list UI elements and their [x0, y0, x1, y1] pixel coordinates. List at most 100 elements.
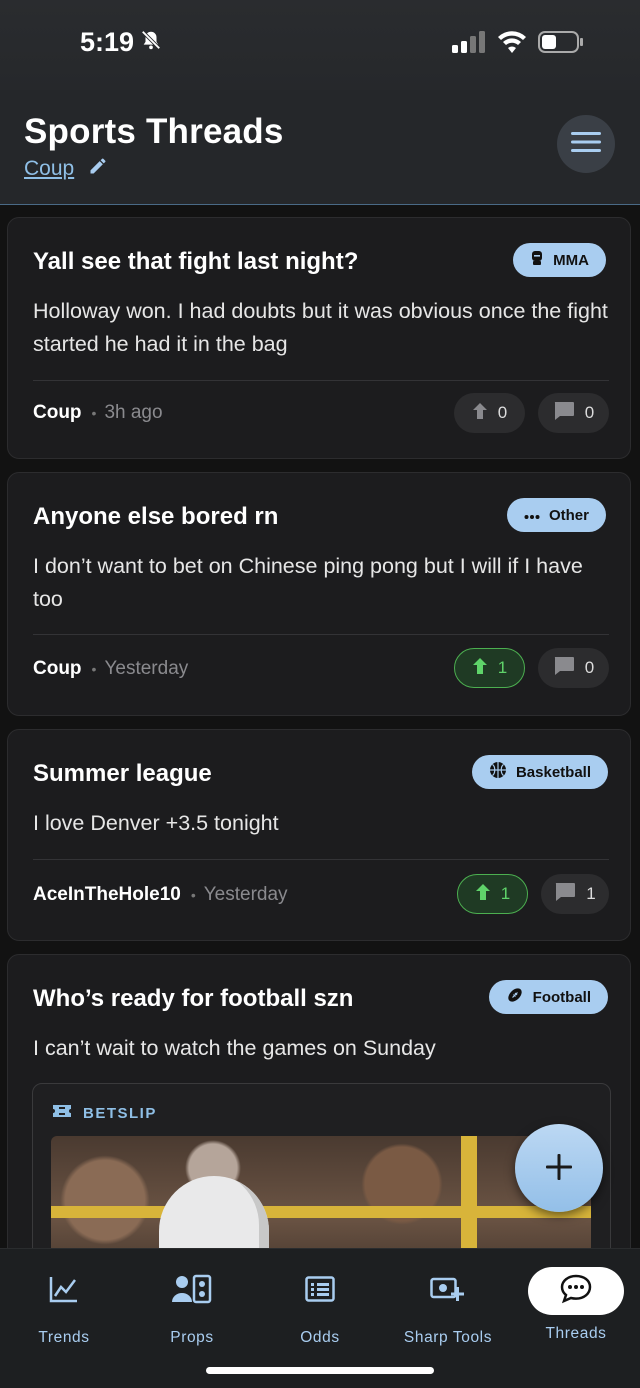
arrow-up-icon [472, 657, 488, 680]
comment-icon [553, 656, 575, 681]
thread-meta: AceInTheHole10 • Yesterday [33, 884, 288, 906]
betslip-label: BETSLIP [83, 1104, 157, 1122]
upvote-count: 1 [500, 884, 511, 903]
pencil-icon[interactable] [88, 156, 108, 181]
chart-line-icon [49, 1275, 79, 1308]
tab-props[interactable]: Props [128, 1263, 256, 1347]
thread-body: Holloway won. I had doubts but it was ob… [33, 299, 608, 356]
bell-muted-icon [140, 27, 162, 58]
thread-title: Who’s ready for football szn [33, 985, 354, 1012]
sharp-tools-icon [430, 1275, 466, 1308]
chat-bubble-icon [560, 1274, 592, 1309]
goalpost-upright [461, 1136, 477, 1248]
tag-badge[interactable]: Basketball [471, 755, 608, 789]
tab-sharp-tools[interactable]: Sharp Tools [384, 1263, 512, 1347]
arrow-up-icon [475, 883, 491, 906]
tag-label: Other [548, 506, 589, 524]
home-indicator [206, 1367, 434, 1374]
thread-card[interactable]: Summer league Basketball I love Denver +… [7, 729, 631, 941]
ticket-icon [53, 1104, 71, 1122]
upvote-button[interactable]: 0 [454, 393, 525, 433]
battery-icon [538, 30, 584, 59]
thread-body: I don’t want to bet on Chinese ping pong… [33, 554, 583, 611]
ellipsis-icon [524, 507, 540, 524]
comments-button[interactable]: 0 [538, 648, 609, 688]
status-time: 5:19 [80, 27, 162, 58]
tab-label: Props [170, 1329, 214, 1346]
divider [33, 380, 609, 381]
comments-button[interactable]: 1 [541, 874, 609, 914]
goalpost-crossbar [51, 1206, 591, 1218]
tab-trends[interactable]: Trends [0, 1263, 128, 1347]
thread-title: Anyone else bored rn [33, 503, 279, 530]
football-icon [506, 986, 524, 1008]
tab-icon-wrap [384, 1263, 512, 1319]
thread-meta: Coup • Yesterday [33, 658, 188, 680]
status-bar: 5:19 [0, 0, 640, 90]
hamburger-icon [571, 131, 601, 158]
comment-count: 0 [584, 403, 595, 422]
divider [33, 859, 609, 860]
basketball-icon [489, 761, 507, 783]
author-name[interactable]: Coup [33, 658, 82, 680]
comment-icon [553, 401, 575, 426]
divider [33, 634, 609, 635]
clock: 5:19 [80, 27, 135, 57]
boxing-glove-icon [530, 250, 544, 270]
thread-body: I can’t wait to watch the games on Sunda… [33, 1036, 436, 1060]
page-title: Sports Threads [24, 112, 284, 151]
tab-threads[interactable]: Threads [512, 1263, 640, 1343]
tab-label: Sharp Tools [403, 1329, 493, 1346]
time-ago: 3h ago [104, 402, 163, 423]
thread-meta: Coup • 3h ago [33, 402, 163, 424]
thread-title: Summer league [33, 760, 212, 787]
time-ago: Yesterday [104, 658, 189, 679]
upvote-button[interactable]: 1 [457, 874, 528, 914]
username-link[interactable]: Coup [24, 157, 74, 181]
comments-button[interactable]: 0 [538, 393, 609, 433]
new-thread-button[interactable] [515, 1124, 603, 1212]
tab-icon-wrap [0, 1263, 128, 1319]
comment-icon [554, 882, 576, 907]
betslip-header: BETSLIP [53, 1104, 157, 1122]
props-icon [172, 1274, 212, 1309]
comment-count: 0 [584, 658, 595, 677]
author-name[interactable]: Coup [33, 402, 82, 424]
comment-count: 1 [586, 884, 596, 903]
app-header: Sports Threads Coup [0, 90, 640, 205]
thread-card[interactable]: Yall see that fight last night? MMA Holl… [7, 217, 631, 459]
tab-icon-wrap [128, 1263, 256, 1319]
threads-feed[interactable]: Yall see that fight last night? MMA Holl… [0, 205, 640, 1248]
author-name[interactable]: AceInTheHole10 [33, 884, 181, 906]
time-ago: Yesterday [203, 884, 288, 905]
tab-label: Trends [38, 1329, 90, 1346]
list-icon [305, 1275, 335, 1307]
tag-badge[interactable]: Other [506, 498, 606, 532]
thread-body: I love Denver +3.5 tonight [33, 811, 279, 835]
thread-card[interactable]: Anyone else bored rn Other I don’t want … [7, 472, 631, 716]
wifi-icon [498, 31, 526, 58]
thread-title: Yall see that fight last night? [33, 248, 359, 275]
tag-label: MMA [553, 251, 589, 269]
tag-label: Football [532, 988, 591, 1006]
status-icons [452, 30, 584, 59]
separator-dot: • [91, 661, 97, 677]
separator-dot: • [190, 887, 196, 903]
tag-badge[interactable]: MMA [513, 243, 606, 277]
tab-odds[interactable]: Odds [256, 1263, 384, 1347]
user-row: Coup [24, 156, 108, 181]
betslip-image [51, 1136, 591, 1248]
upvote-count: 0 [497, 403, 508, 422]
menu-button[interactable] [557, 115, 615, 173]
arrow-up-icon [472, 402, 488, 425]
upvote-count: 1 [497, 658, 508, 677]
upvote-button[interactable]: 1 [454, 648, 525, 688]
tag-label: Basketball [515, 763, 591, 781]
tag-badge[interactable]: Football [488, 980, 608, 1014]
tab-label: Threads [545, 1325, 607, 1342]
tab-label: Odds [300, 1329, 340, 1346]
signal-icon [452, 31, 486, 58]
tab-icon-wrap [528, 1267, 624, 1315]
tab-icon-wrap [256, 1263, 384, 1319]
separator-dot: • [91, 405, 97, 421]
